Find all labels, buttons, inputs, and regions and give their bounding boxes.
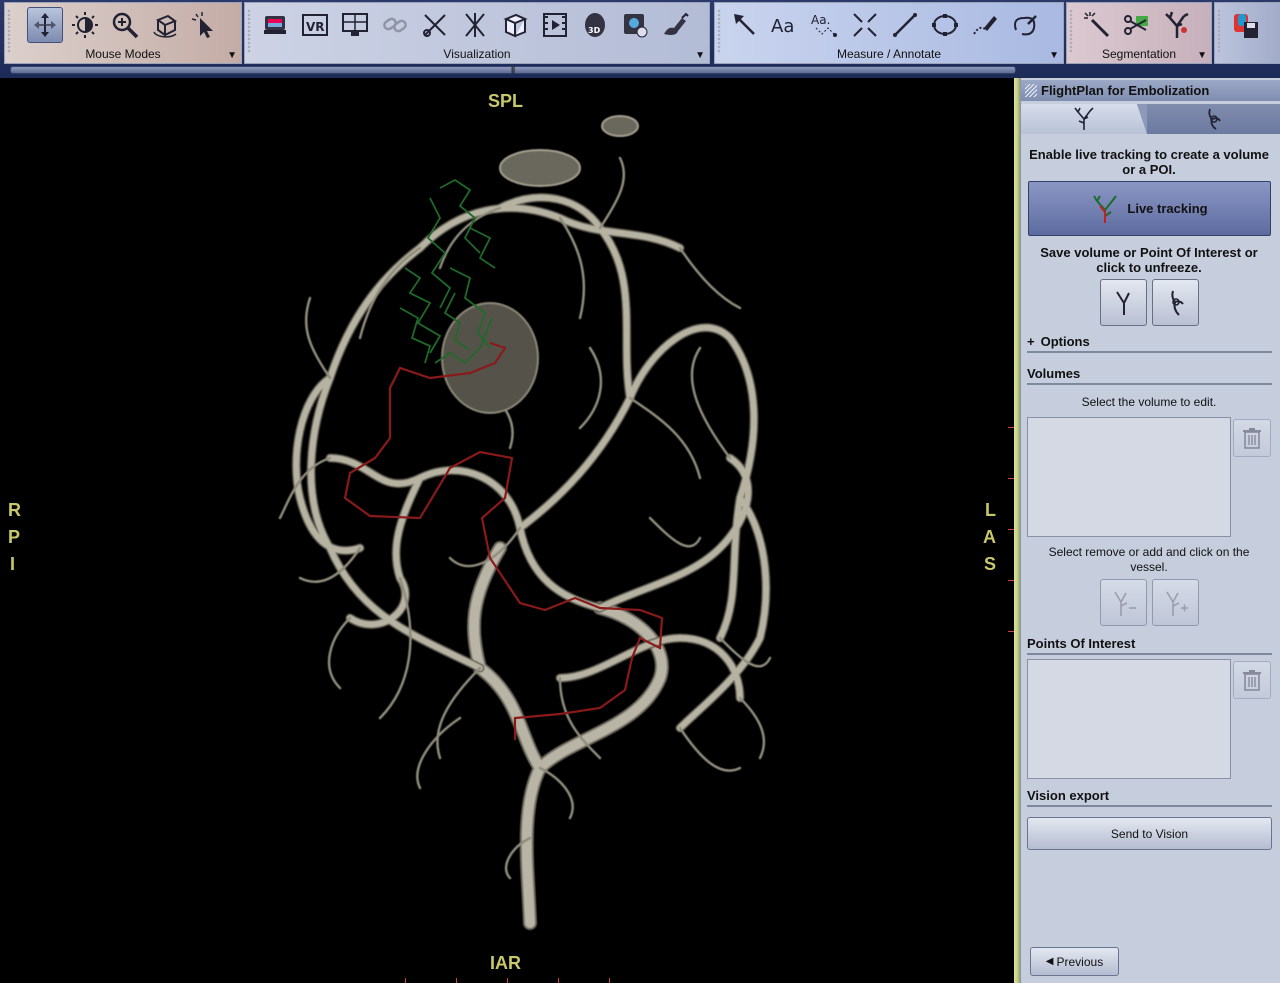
save-disk-icon[interactable] bbox=[1227, 7, 1263, 43]
orientation-right-2: A bbox=[983, 527, 996, 547]
orientation-right-3: S bbox=[984, 554, 997, 574]
panel-tabs bbox=[1021, 104, 1280, 134]
visualization-label: Visualization bbox=[443, 47, 511, 61]
visualization-group: VR 3D Visualization ▼ bbox=[244, 2, 710, 64]
vessel-segment-icon[interactable] bbox=[1159, 7, 1195, 43]
camera-snapshot-icon[interactable] bbox=[617, 7, 653, 43]
vessel-tree-icon bbox=[1074, 107, 1094, 130]
ellipse-roi-icon[interactable] bbox=[927, 7, 963, 43]
box-clip-icon[interactable] bbox=[497, 7, 533, 43]
3d-volume-icon[interactable]: 3D bbox=[577, 7, 613, 43]
volume-edit-hint: Select remove or add and click on the ve… bbox=[1048, 545, 1250, 574]
previous-label: Previous bbox=[1056, 954, 1104, 969]
delete-volume-button[interactable] bbox=[1233, 419, 1271, 457]
live-tracking-label: Live tracking bbox=[1127, 201, 1208, 216]
brush-paint-icon[interactable] bbox=[657, 7, 693, 43]
3d-viewer[interactable]: SPL IAR R P I L A S bbox=[0, 78, 1014, 983]
save-instruction: Save volume or Point Of Interest or clic… bbox=[1040, 245, 1258, 275]
chevron-down-icon[interactable]: ▼ bbox=[227, 50, 237, 61]
segmentation-label: Segmentation bbox=[1101, 47, 1177, 61]
svg-text:VR: VR bbox=[306, 20, 325, 34]
tab-vessel-tree[interactable] bbox=[1021, 104, 1147, 134]
live-tracking-button[interactable]: Live tracking bbox=[1028, 181, 1271, 236]
freehand-pencil-icon[interactable] bbox=[967, 7, 1003, 43]
poi-tab-icon bbox=[1208, 108, 1221, 130]
flightplan-panel: FlightPlan for Embolization Enable live … bbox=[1020, 78, 1280, 983]
cross-cursor-icon[interactable] bbox=[847, 7, 883, 43]
orientation-left-1: R bbox=[8, 500, 21, 520]
scissors-segment-icon[interactable] bbox=[1119, 7, 1155, 43]
cut-plane-icon[interactable] bbox=[457, 7, 493, 43]
trash-icon bbox=[1243, 428, 1261, 449]
live-tracking-instruction: Enable live tracking to create a volume … bbox=[1029, 147, 1269, 177]
options-label: Options bbox=[1040, 334, 1090, 349]
chevron-down-icon[interactable]: ▼ bbox=[1197, 50, 1207, 61]
vision-export-title: Vision export bbox=[1027, 788, 1272, 807]
save-volume-button[interactable] bbox=[1100, 279, 1147, 326]
orientation-right-1: L bbox=[985, 500, 996, 520]
orientation-left-2: P bbox=[8, 527, 21, 547]
volumes-section-title: Volumes bbox=[1027, 366, 1272, 385]
orientation-top: SPL bbox=[488, 91, 524, 111]
crosshair-scissors-icon[interactable] bbox=[417, 7, 453, 43]
vessel-remove-icon bbox=[1113, 591, 1136, 616]
monitor-layout-icon[interactable] bbox=[337, 7, 373, 43]
live-tracking-icon bbox=[1093, 194, 1118, 223]
magic-wand-icon[interactable] bbox=[1079, 7, 1115, 43]
plus-icon[interactable]: + bbox=[1027, 334, 1035, 349]
grip-icon[interactable] bbox=[1025, 84, 1037, 97]
cine-film-icon[interactable] bbox=[537, 7, 573, 43]
toolbar-scrollbar[interactable]: |||| bbox=[10, 66, 1016, 74]
poi-list[interactable] bbox=[1027, 659, 1231, 779]
options-section[interactable]: + Options bbox=[1027, 334, 1272, 353]
poi-section-title: Points Of Interest bbox=[1027, 636, 1272, 655]
orientation-left-3: I bbox=[10, 554, 16, 574]
orientation-bottom: IAR bbox=[490, 953, 521, 973]
extra-group bbox=[1214, 2, 1280, 64]
layout-viewer-icon[interactable] bbox=[257, 7, 293, 43]
chevron-down-icon[interactable]: ▼ bbox=[695, 50, 705, 61]
panel-title-bar: FlightPlan for Embolization bbox=[1021, 80, 1280, 101]
volume-vessel-icon bbox=[1115, 290, 1130, 315]
trash-icon bbox=[1243, 670, 1261, 691]
mouse-modes-group: Mouse Modes ▼ bbox=[4, 2, 242, 64]
vr-icon[interactable]: VR bbox=[297, 7, 333, 43]
svg-text:Aa.: Aa. bbox=[811, 13, 830, 27]
zoom-icon[interactable] bbox=[107, 7, 143, 43]
text-annotation-icon[interactable]: Aa bbox=[767, 7, 803, 43]
volumes-hint: Select the volume to edit. bbox=[1081, 395, 1217, 409]
main-toolbar: Mouse Modes ▼ VR 3D Visualization ▼ Aa A… bbox=[0, 0, 1280, 78]
arrow-annotation-icon[interactable] bbox=[727, 7, 763, 43]
text-leader-icon[interactable]: Aa. bbox=[807, 7, 843, 43]
pan-move-icon[interactable] bbox=[27, 7, 63, 43]
measure-annotate-label: Measure / Annotate bbox=[836, 47, 942, 61]
window-level-icon[interactable] bbox=[67, 7, 103, 43]
segmentation-group: Segmentation ▼ bbox=[1066, 2, 1212, 64]
send-to-vision-button[interactable]: Send to Vision bbox=[1027, 817, 1272, 850]
add-vessel-button[interactable] bbox=[1152, 579, 1199, 626]
line-measure-icon[interactable] bbox=[887, 7, 923, 43]
svg-text:3D: 3D bbox=[588, 26, 601, 35]
select-pointer-icon[interactable] bbox=[187, 7, 223, 43]
save-poi-button[interactable] bbox=[1152, 279, 1199, 326]
chevron-down-icon[interactable]: ▼ bbox=[1049, 50, 1059, 61]
poi-vessel-icon bbox=[1170, 290, 1184, 316]
measure-annotate-group: Aa Aa. Measure / Annotate ▼ bbox=[714, 2, 1064, 64]
mouse-modes-label: Mouse Modes bbox=[85, 47, 161, 61]
remove-vessel-button[interactable] bbox=[1100, 579, 1147, 626]
caret-left-icon: ◀ bbox=[1045, 956, 1054, 967]
previous-button[interactable]: ◀ Previous bbox=[1030, 947, 1119, 976]
svg-text:Aa: Aa bbox=[771, 16, 794, 37]
panel-title: FlightPlan for Embolization bbox=[1041, 83, 1210, 98]
vessel-rendering bbox=[278, 115, 772, 930]
volumes-list[interactable] bbox=[1027, 417, 1231, 537]
toolbar-grip[interactable] bbox=[1217, 9, 1221, 53]
vessel-add-icon bbox=[1165, 591, 1188, 616]
tab-poi[interactable] bbox=[1147, 104, 1280, 134]
rotate-3d-icon[interactable] bbox=[147, 7, 183, 43]
delete-poi-button[interactable] bbox=[1233, 661, 1271, 699]
curve-lasso-icon[interactable] bbox=[1007, 7, 1043, 43]
link-icon[interactable] bbox=[377, 7, 413, 43]
